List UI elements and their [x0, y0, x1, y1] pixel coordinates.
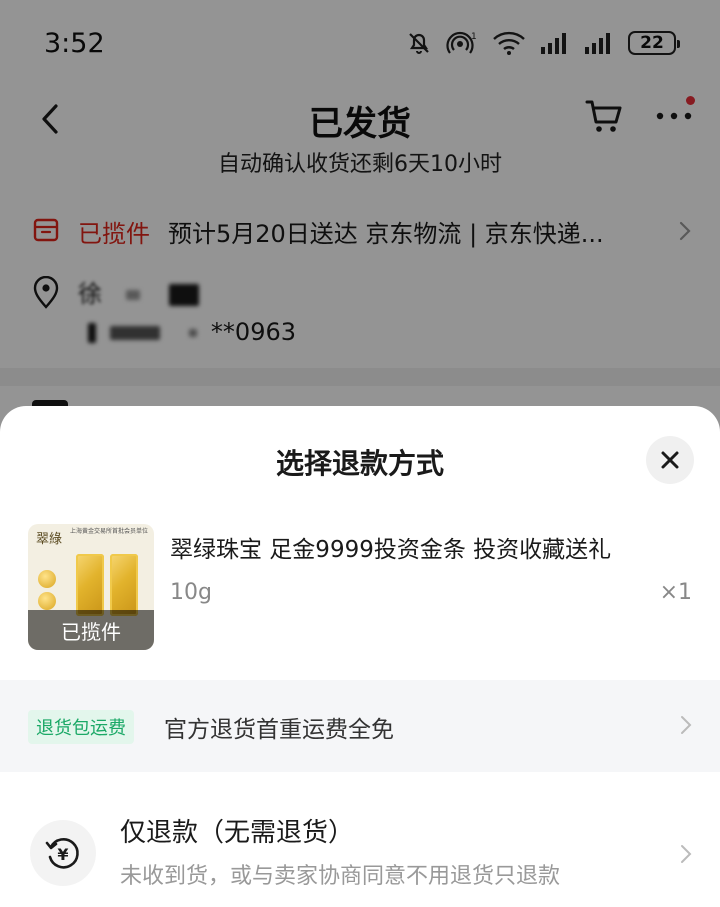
- thumb-brand-logo: 翠綠: [36, 532, 63, 547]
- thumb-status-label: 已揽件: [28, 610, 154, 650]
- option-description: 未收到货，或与卖家协商同意不用退货只退款: [120, 864, 561, 889]
- gold-bar-image: [76, 554, 104, 616]
- product-row: 翠綠 上海黄金交易所首批会员单位 已揽件 翠绿珠宝 足金9999投资金条 投资收…: [0, 524, 720, 654]
- gold-bar-image: [110, 554, 138, 616]
- refund-method-sheet: 选择退款方式 翠綠 上海黄金交易所首批会员单位 已揽件 翠绿珠宝 足金9999投…: [0, 406, 720, 907]
- product-spec: 10g: [170, 580, 212, 605]
- return-shipping-badge: 退货包运费: [28, 710, 134, 744]
- sheet-title: 选择退款方式: [275, 447, 444, 480]
- close-icon: [661, 451, 679, 469]
- thumb-header-text: 上海黄金交易所首批会员单位: [70, 528, 149, 535]
- product-quantity: ×1: [659, 580, 692, 605]
- gold-coin-image: [38, 570, 56, 588]
- svg-text:¥: ¥: [57, 845, 68, 864]
- gold-coin-image: [38, 592, 56, 610]
- chevron-right-icon: [681, 716, 692, 734]
- option-title: 仅退款（无需退货）: [120, 818, 355, 848]
- product-thumbnail[interactable]: 翠綠 上海黄金交易所首批会员单位 已揽件: [28, 524, 154, 650]
- refund-only-option[interactable]: ¥ 仅退款（无需退货） 未收到货，或与卖家协商同意不用退货只退款: [0, 798, 720, 907]
- close-button[interactable]: [646, 436, 694, 484]
- chevron-right-icon: [681, 845, 692, 863]
- promo-text: 官方退货首重运费全免: [164, 717, 394, 743]
- yuan-circle-icon: ¥: [45, 838, 79, 869]
- free-return-shipping-banner[interactable]: 退货包运费 官方退货首重运费全免: [0, 680, 720, 772]
- product-name: 翠绿珠宝 足金9999投资金条 投资收藏送礼: [170, 537, 612, 563]
- refund-icon: ¥: [30, 820, 96, 886]
